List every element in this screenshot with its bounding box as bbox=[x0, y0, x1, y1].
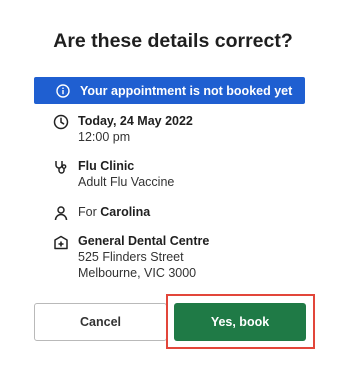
not-booked-banner: Your appointment is not booked yet bbox=[34, 77, 305, 104]
info-icon bbox=[56, 83, 70, 98]
clinic-building-icon bbox=[52, 234, 70, 281]
banner-text: Your appointment is not booked yet bbox=[80, 83, 293, 98]
appointment-patient: For Carolina bbox=[52, 204, 150, 221]
appointment-location: General Dental Centre 525 Flinders Stree… bbox=[52, 233, 209, 281]
patient-name: Carolina bbox=[100, 205, 151, 219]
patient-prefix: For bbox=[78, 205, 97, 219]
person-icon bbox=[52, 205, 70, 221]
appointment-service: Flu Clinic Adult Flu Vaccine bbox=[52, 158, 174, 190]
location-city: Melbourne, VIC 3000 bbox=[78, 266, 197, 280]
cancel-button[interactable]: Cancel bbox=[34, 303, 167, 341]
stethoscope-icon bbox=[52, 159, 70, 190]
appointment-time: 12:00 pm bbox=[78, 130, 131, 144]
location-street: 525 Flinders Street bbox=[78, 250, 184, 264]
dialog-title: Are these details correct? bbox=[53, 30, 293, 52]
appointment-datetime: Today, 24 May 2022 12:00 pm bbox=[52, 113, 193, 145]
clinic-name: Flu Clinic bbox=[78, 159, 135, 173]
appointment-date: Today, 24 May 2022 bbox=[78, 114, 193, 128]
yes-book-button[interactable]: Yes, book bbox=[174, 303, 306, 341]
clock-icon bbox=[52, 114, 70, 145]
location-name: General Dental Centre bbox=[78, 234, 210, 248]
service-type: Adult Flu Vaccine bbox=[78, 175, 175, 189]
